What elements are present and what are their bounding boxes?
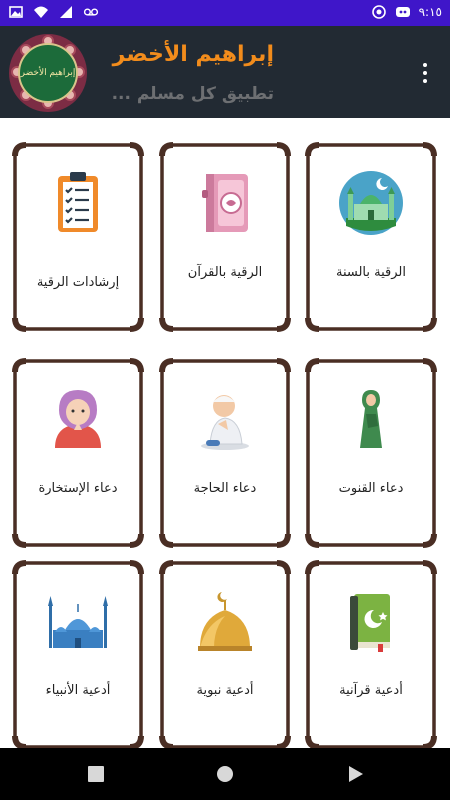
- clipboard-checklist-icon: [43, 168, 113, 238]
- card-prophetic-duas[interactable]: أدعية نبوية: [159, 560, 291, 750]
- praying-boy-icon: [190, 384, 260, 454]
- dot-icon: [423, 71, 427, 75]
- card-ruqyah-sunnah[interactable]: الرقية بالسنة: [305, 142, 437, 332]
- golden-dome-icon: [190, 586, 260, 656]
- app-header: إبراهيم الأخضر إبراهيم الأخضر تطبيق كل م…: [0, 26, 450, 118]
- green-quran-icon: [336, 586, 406, 656]
- card-label: أدعية قرآنية: [339, 683, 403, 698]
- settings-icon: [371, 5, 386, 19]
- card-label: الرقية بالقرآن: [187, 265, 263, 280]
- card-dua-istikhara[interactable]: دعاء الإستخارة: [12, 358, 144, 548]
- card-label: أدعية نبوية: [196, 683, 254, 698]
- card-label: إرشادات الرقية: [36, 275, 120, 290]
- voicemail-icon: [83, 8, 99, 16]
- card-quranic-duas[interactable]: أدعية قرآنية: [305, 560, 437, 750]
- card-label: دعاء الإستخارة: [38, 481, 118, 496]
- overflow-menu-button[interactable]: [416, 60, 434, 86]
- card-label: دعاء القنوت: [338, 481, 404, 496]
- card-dua-hajah[interactable]: دعاء الحاجة: [159, 358, 291, 548]
- system-nav-bar: [0, 748, 450, 800]
- dot-icon: [423, 79, 427, 83]
- back-button[interactable]: [345, 764, 365, 784]
- blue-mosque-icon: [43, 586, 113, 656]
- card-label: أدعية الأنبياء: [45, 683, 111, 698]
- card-ruqyah-quran[interactable]: الرقية بالقرآن: [159, 142, 291, 332]
- home-button[interactable]: [215, 764, 235, 784]
- card-prophets-duas[interactable]: أدعية الأنبياء: [12, 560, 144, 750]
- mosque-sunnah-icon: [336, 168, 406, 238]
- app-title: إبراهيم الأخضر: [112, 42, 274, 67]
- battery-icon: [395, 7, 410, 17]
- menu-grid: الرقية بالسنة الرقية بالقرآن إرشادات الر…: [0, 118, 450, 750]
- card-label: الرقية بالسنة: [335, 265, 406, 280]
- app-subtitle: تطبيق كل مسلم ...: [111, 84, 274, 104]
- clock: ٩:١٥: [418, 5, 442, 19]
- card-dua-qunoot[interactable]: دعاء القنوت: [305, 358, 437, 548]
- wifi-icon: [34, 6, 48, 18]
- signal-icon: [60, 6, 72, 18]
- praying-woman-icon: [336, 384, 406, 454]
- card-label: دعاء الحاجة: [193, 481, 257, 496]
- dot-icon: [423, 63, 427, 67]
- app-logo: إبراهيم الأخضر: [9, 34, 87, 112]
- card-ruqyah-guidelines[interactable]: إرشادات الرقية: [12, 142, 144, 332]
- status-bar: ٩:١٥: [0, 0, 450, 26]
- recents-button[interactable]: [86, 764, 106, 784]
- quran-book-icon: [190, 168, 260, 238]
- praying-girl-icon: [43, 384, 113, 454]
- logo-text: إبراهيم الأخضر: [18, 43, 78, 103]
- image-icon: [9, 6, 23, 18]
